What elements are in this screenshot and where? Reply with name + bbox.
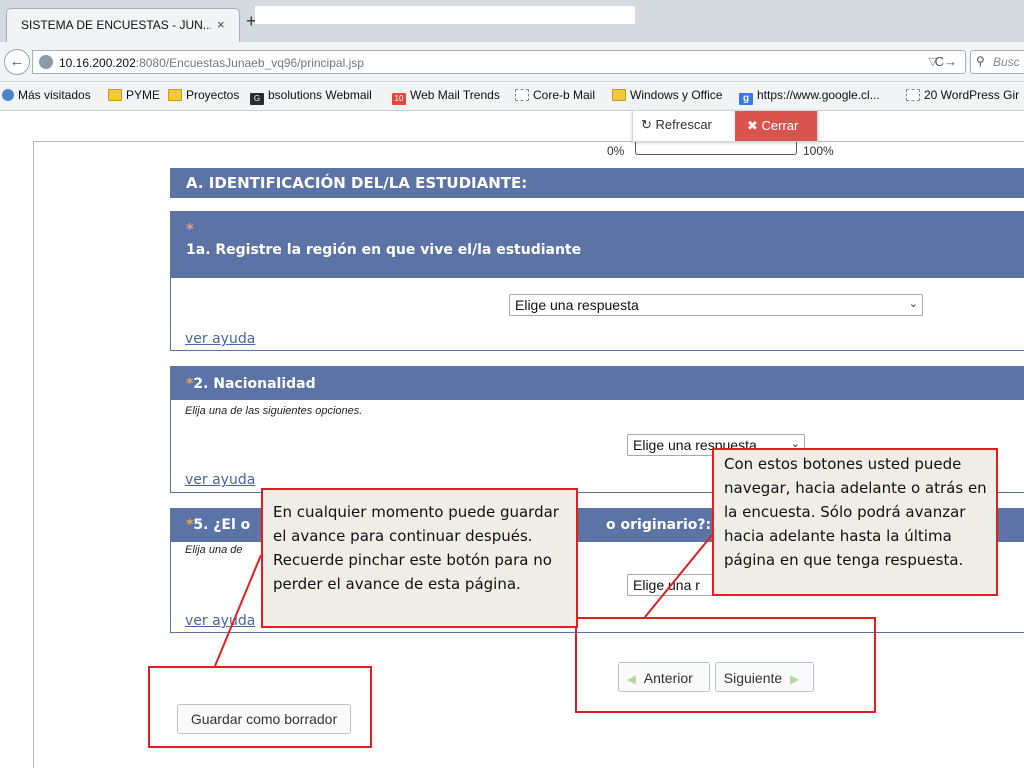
navigation-bar: ← 10.16.200.202:8080/EncuestasJunaeb_vq9…: [0, 42, 1024, 82]
question-instructions: Elija una de: [185, 544, 243, 556]
bookmark-core-b-mail[interactable]: Core-b Mail: [515, 88, 595, 102]
globe-icon: [39, 55, 53, 69]
close-icon: ✖: [747, 118, 758, 133]
progress-max-label: 100%: [803, 144, 834, 158]
annotation-callout-navigation: Con estos botones usted puede navegar, h…: [712, 448, 998, 596]
page-icon: [515, 89, 529, 101]
tab-close-icon[interactable]: ×: [217, 17, 225, 32]
chevron-down-icon: ⌄: [908, 298, 918, 310]
question-header: * 1a. Registre la región en que vive el/…: [171, 211, 1024, 278]
reload-icon[interactable]: C→: [935, 54, 957, 69]
bsolutions-icon: G: [250, 93, 264, 105]
url-text: 10.16.200.202:8080/EncuestasJunaeb_vq96/…: [59, 56, 364, 70]
survey-toolbar: ↻ Refrescar ✖ Cerrar: [632, 110, 818, 142]
question-title: 2. Nacionalidad: [193, 376, 316, 392]
refresh-icon: ↻: [641, 117, 652, 132]
annotation-callout-save: En cualquier momento puede guardar el av…: [261, 488, 578, 628]
bookmark-mas-visitados[interactable]: Más visitados: [2, 88, 91, 102]
tab-title: SISTEMA DE ENCUESTAS - JUN...: [21, 18, 211, 32]
bookmark-bsolutions-webmail[interactable]: Gbsolutions Webmail: [250, 88, 372, 105]
question-title-end: o originario?:: [606, 517, 712, 533]
redaction-bar: [255, 6, 635, 24]
browser-tab[interactable]: SISTEMA DE ENCUESTAS - JUN... ×: [6, 8, 240, 42]
bookmark-proyectos[interactable]: Proyectos: [168, 88, 239, 102]
progress-bar: [635, 142, 797, 155]
question-header: *2. Nacionalidad: [171, 366, 1024, 400]
bookmarks-bar: Más visitados PYME Proyectos Gbsolutions…: [0, 83, 1024, 111]
select-value: Elige una r: [633, 577, 700, 593]
answer-select[interactable]: Elige una respuesta ⌄: [509, 294, 923, 316]
question-title: *5. ¿El o: [186, 517, 251, 533]
url-bar[interactable]: 10.16.200.202:8080/EncuestasJunaeb_vq96/…: [32, 50, 966, 74]
webmail-icon: 10: [392, 93, 406, 105]
section-title: A. IDENTIFICACIÓN DEL/LA ESTUDIANTE:: [170, 168, 1024, 198]
search-placeholder: Busc: [993, 55, 1020, 69]
google-icon: g: [739, 93, 753, 105]
close-button[interactable]: ✖ Cerrar: [735, 111, 817, 141]
back-arrow-icon[interactable]: ←: [4, 49, 30, 75]
bookmark-windows-y-office[interactable]: Windows y Office: [612, 88, 722, 102]
required-marker: *: [186, 220, 194, 238]
page-icon: [906, 89, 920, 101]
highlight-frame-save: [148, 666, 372, 748]
bookmark-google[interactable]: g https://www.google.cl...: [739, 88, 880, 105]
question-title: 1a. Registre la región en que vive el/la…: [186, 242, 582, 258]
url-host: 10.16.200.202: [59, 56, 136, 70]
bookmark-pyme[interactable]: PYME: [108, 88, 160, 102]
question-instructions: Elija una de las siguientes opciones.: [185, 405, 363, 417]
help-link[interactable]: ver ayuda: [185, 331, 255, 347]
help-link[interactable]: ver ayuda: [185, 613, 255, 629]
help-link[interactable]: ver ayuda: [185, 472, 255, 488]
bookmark-wordpress[interactable]: 20 WordPress Gir: [906, 88, 1019, 102]
select-value: Elige una respuesta: [515, 297, 639, 313]
search-input[interactable]: ⚲ Busc: [970, 50, 1024, 74]
bookmark-web-mail-trends[interactable]: 10 Web Mail Trends: [392, 88, 500, 105]
globe-icon: [2, 89, 14, 101]
refresh-button[interactable]: ↻ Refrescar: [641, 117, 712, 133]
progress-min-label: 0%: [607, 144, 625, 158]
browser-tab-strip: SISTEMA DE ENCUESTAS - JUN... × +: [0, 0, 1024, 42]
folder-icon: [168, 89, 182, 101]
url-path: :8080/EncuestasJunaeb_vq96/principal.jsp: [135, 56, 364, 70]
search-icon: ⚲: [976, 54, 985, 68]
highlight-frame-navigation: [575, 617, 876, 713]
folder-icon: [612, 89, 626, 101]
question-block: * 1a. Registre la región en que vive el/…: [170, 211, 1024, 351]
folder-icon: [108, 89, 122, 101]
